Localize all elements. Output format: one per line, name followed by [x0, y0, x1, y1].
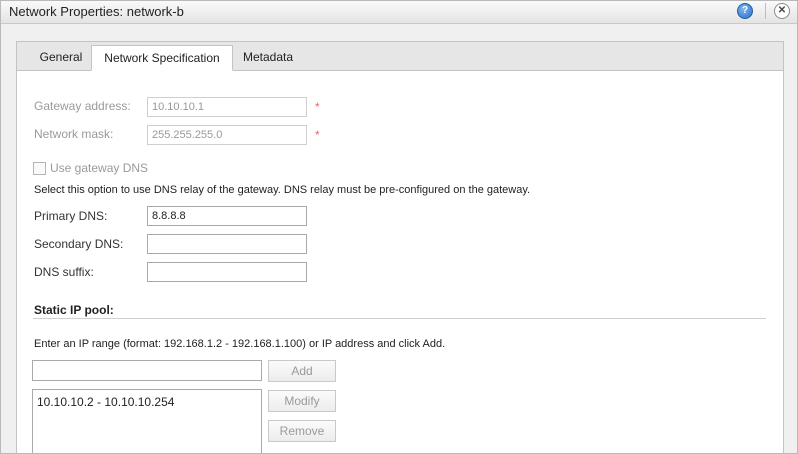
ip-pool-hint-text: Enter an IP range (format: 192.168.1.2 -…	[34, 338, 446, 350]
dns-hint-text: Select this option to use DNS relay of t…	[34, 184, 531, 196]
add-button[interactable]: Add	[268, 360, 336, 382]
primary-dns-field[interactable]	[147, 206, 307, 226]
mask-required-mark: *	[315, 128, 320, 142]
tab-bar: General Network Specification Metadata	[17, 42, 783, 71]
modify-button[interactable]: Modify	[268, 390, 336, 412]
tab-panel: General Network Specification Metadata G…	[16, 41, 784, 453]
network-mask-field[interactable]	[147, 125, 307, 145]
tab-general[interactable]: General	[31, 45, 91, 70]
primary-dns-label: Primary DNS:	[34, 209, 108, 223]
dialog-title: Network Properties: network-b	[9, 4, 184, 19]
remove-button[interactable]: Remove	[268, 420, 336, 442]
help-icon[interactable]: ?	[737, 3, 753, 19]
gateway-required-mark: *	[315, 100, 320, 114]
ip-pool-list[interactable]: 10.10.10.2 - 10.10.10.254	[32, 389, 262, 453]
gateway-address-label: Gateway address:	[34, 99, 131, 113]
list-item[interactable]: 10.10.10.2 - 10.10.10.254	[37, 395, 174, 409]
network-properties-dialog: Network Properties: network-b ? ✕ Genera…	[0, 0, 798, 454]
titlebar-separator	[765, 3, 766, 19]
ip-range-input[interactable]	[32, 360, 262, 381]
dns-suffix-field[interactable]	[147, 262, 307, 282]
tab-network-specification[interactable]: Network Specification	[91, 45, 233, 71]
secondary-dns-label: Secondary DNS:	[34, 237, 124, 251]
use-gateway-dns-label: Use gateway DNS	[50, 161, 149, 175]
use-gateway-dns-checkbox[interactable]	[33, 162, 46, 175]
dns-suffix-label: DNS suffix:	[34, 265, 94, 279]
network-mask-label: Network mask:	[34, 127, 114, 141]
section-divider	[33, 318, 766, 319]
title-bar[interactable]: Network Properties: network-b ? ✕	[1, 1, 797, 24]
static-ip-pool-title: Static IP pool:	[34, 303, 114, 317]
secondary-dns-field[interactable]	[147, 234, 307, 254]
close-icon[interactable]: ✕	[774, 3, 790, 19]
gateway-address-field[interactable]	[147, 97, 307, 117]
tab-metadata[interactable]: Metadata	[233, 45, 303, 70]
